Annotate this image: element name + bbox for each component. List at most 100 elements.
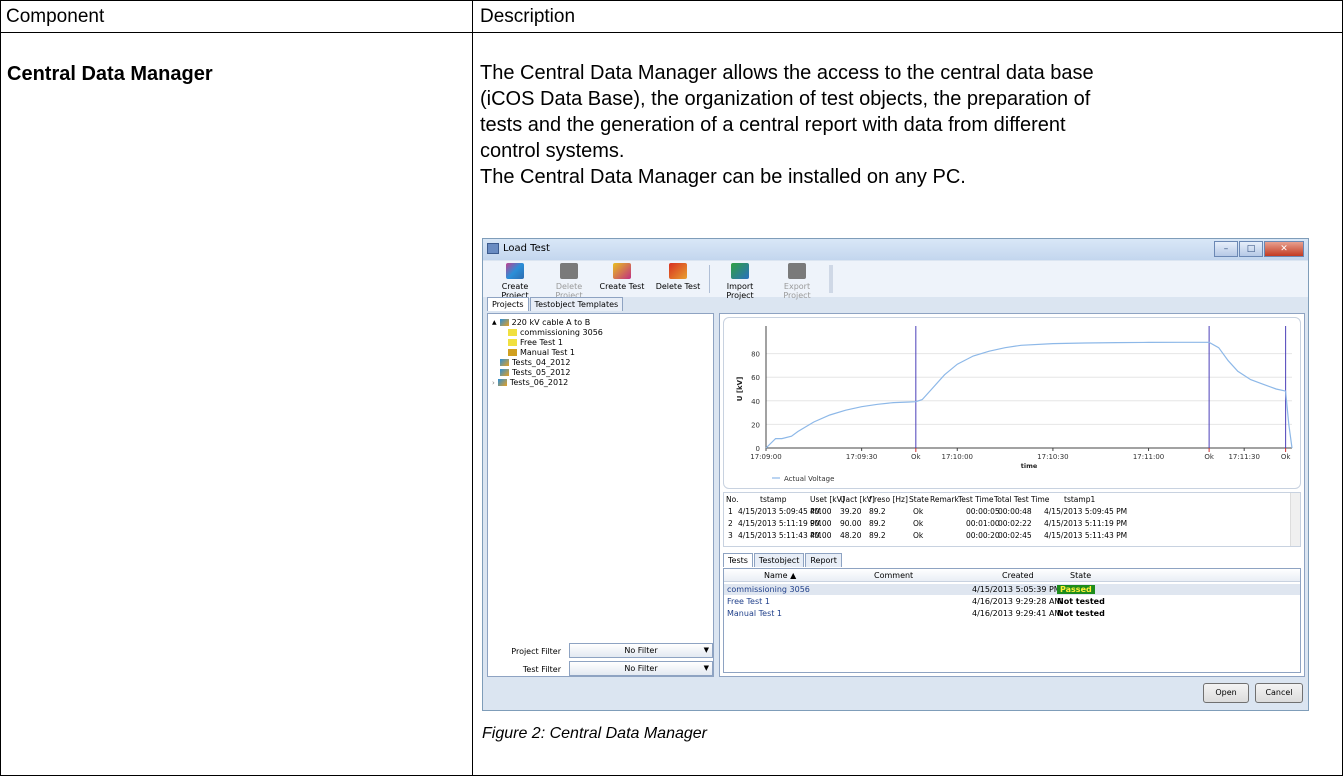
- series-line-actual-voltage: [765, 341, 1293, 449]
- test-filter-label: Test Filter: [522, 665, 561, 674]
- tree-item-test[interactable]: Free Test 1: [508, 338, 563, 347]
- x-tick-label: 17:10:00: [942, 453, 973, 461]
- cell: 89.2: [869, 519, 886, 528]
- tree-item-label: commissioning 3056: [520, 328, 603, 337]
- table-scrollbar[interactable]: [1290, 493, 1300, 546]
- tab-projects[interactable]: Projects: [487, 297, 529, 311]
- col-name[interactable]: Name ▲: [764, 571, 796, 580]
- cell: Ok: [913, 531, 924, 540]
- list-item[interactable]: Manual Test 1 4/16/2013 9:29:41 AM Not t…: [724, 608, 1300, 619]
- y-tick-label: 80: [751, 351, 760, 359]
- delete-project-button[interactable]: Delete Project: [543, 263, 595, 300]
- tab-report[interactable]: Report: [805, 553, 842, 567]
- tree-item-project[interactable]: ▲ 220 kV cable A to B: [492, 318, 590, 327]
- tests-list-header: Name ▲ Comment Created State: [724, 569, 1300, 582]
- tree-item-label: Tests_06_2012: [509, 378, 569, 387]
- col-no: No.: [726, 495, 739, 504]
- cell: 3: [728, 531, 733, 540]
- create-test-button[interactable]: Create Test: [599, 263, 645, 291]
- tree-item-label: Manual Test 1: [520, 348, 575, 357]
- cell: 90.00: [840, 519, 862, 528]
- tab-tests[interactable]: Tests: [723, 553, 753, 567]
- tests-list: Name ▲ Comment Created State commissioni…: [723, 568, 1301, 673]
- cell: 00:02:45: [998, 531, 1032, 540]
- import-icon: [731, 263, 749, 279]
- ok-marker-label: Ok: [911, 453, 922, 461]
- tab-testobject[interactable]: Testobject: [753, 553, 805, 567]
- column-divider: [472, 0, 473, 776]
- test-name: Free Test 1: [727, 597, 770, 606]
- test-name: Manual Test 1: [727, 609, 782, 618]
- cell: 40.00: [810, 531, 832, 540]
- minimize-icon[interactable]: –: [1214, 241, 1238, 257]
- col-created[interactable]: Created: [1002, 571, 1034, 580]
- ok-marker-label: Ok: [1281, 453, 1292, 461]
- tree-item-project[interactable]: Tests_05_2012: [500, 368, 570, 377]
- cell: 4/15/2013 5:11:43 PM: [738, 531, 822, 540]
- cell: 40.00: [810, 507, 832, 516]
- expand-arrow-icon[interactable]: ›: [492, 379, 495, 387]
- x-tick-label: 17:09:00: [750, 453, 781, 461]
- x-tick-label: 17:11:30: [1228, 453, 1259, 461]
- delete-test-button[interactable]: Delete Test: [655, 263, 701, 291]
- cell: 00:02:22: [998, 519, 1032, 528]
- test-created: 4/15/2013 5:05:39 PM: [972, 585, 1061, 594]
- x-tick-label: 17:11:00: [1133, 453, 1164, 461]
- tree-item-label: 220 kV cable A to B: [511, 318, 591, 327]
- cell: 00:00:48: [998, 507, 1032, 516]
- description-line: control systems.: [480, 140, 625, 162]
- toolbar: Create Project Delete Project Create Tes…: [483, 261, 1308, 300]
- tree-item-test[interactable]: commissioning 3056: [508, 328, 603, 337]
- cell: 48.20: [840, 531, 862, 540]
- y-tick-label: 60: [751, 374, 760, 382]
- test-filter-select[interactable]: No Filter ▼: [569, 661, 713, 676]
- cancel-button[interactable]: Cancel: [1255, 683, 1303, 703]
- tab-testobject-templates[interactable]: Testobject Templates: [529, 297, 624, 311]
- tree-item-label: Tests_05_2012: [512, 368, 571, 377]
- close-icon[interactable]: ✕: [1264, 241, 1304, 257]
- folder-icon: [500, 359, 509, 366]
- test-filter-value: No Filter: [624, 664, 658, 673]
- header-description: Description: [480, 6, 576, 27]
- maximize-icon[interactable]: □: [1239, 241, 1263, 257]
- window-title: Load Test: [503, 243, 550, 254]
- expand-arrow-icon[interactable]: ▲: [492, 319, 497, 326]
- dropdown-arrow-icon: ▼: [703, 664, 709, 672]
- list-item[interactable]: Free Test 1 4/16/2013 9:29:28 AM Not tes…: [724, 596, 1300, 607]
- col-tstamp1: tstamp1: [1064, 495, 1096, 504]
- col-comment[interactable]: Comment: [874, 571, 913, 580]
- create-test-label: Create Test: [599, 282, 645, 291]
- x-tick-label: 17:09:30: [846, 453, 877, 461]
- y-axis-label: U [kV]: [736, 377, 744, 402]
- details-panel: 0 20 40 60 80 17:09:00 17:09:30 17:10:00 17:10:3…: [719, 313, 1305, 677]
- y-tick-label: 40: [751, 398, 760, 406]
- measurement-table: No. tstamp Uset [kV] Uact [kV] f reso [H…: [723, 492, 1301, 547]
- cell: 00:00:20: [966, 531, 1000, 540]
- col-tstamp: tstamp: [760, 495, 787, 504]
- title-bar: Load Test – □ ✕: [483, 239, 1308, 260]
- cell: 1: [728, 507, 733, 516]
- tree-item-project[interactable]: › Tests_06_2012: [492, 378, 568, 387]
- toolbar-separator: [709, 265, 710, 293]
- tree-item-project[interactable]: Tests_04_2012: [500, 358, 570, 367]
- load-test-window: Load Test – □ ✕ Create Project Delete Pr…: [482, 238, 1309, 711]
- voltage-chart: 0 20 40 60 80 17:09:00 17:09:30 17:10:00 17:10:3…: [723, 317, 1301, 489]
- chart-svg: 0 20 40 60 80 17:09:00 17:09:30 17:10:00 17:10:3…: [736, 326, 1293, 483]
- cell: 4/15/2013 5:11:43 PM: [1044, 531, 1128, 540]
- status-badge: Passed: [1057, 585, 1095, 594]
- import-project-label: Import Project: [726, 282, 754, 300]
- status-text: Not tested: [1057, 609, 1105, 618]
- header-divider: [0, 32, 1343, 33]
- list-item[interactable]: commissioning 3056 4/15/2013 5:05:39 PM …: [724, 584, 1300, 595]
- import-project-button[interactable]: Import Project: [713, 263, 767, 300]
- tree-item-test[interactable]: Manual Test 1: [508, 348, 575, 357]
- project-filter-select[interactable]: No Filter ▼: [569, 643, 713, 658]
- col-remark: Remark: [930, 495, 959, 504]
- tree-item-label: Free Test 1: [520, 338, 563, 347]
- export-project-button[interactable]: Export Project: [769, 263, 825, 300]
- delete-test-label: Delete Test: [655, 282, 701, 291]
- create-project-button[interactable]: Create Project: [489, 263, 541, 300]
- open-button[interactable]: Open: [1203, 683, 1249, 703]
- manual-test-icon: [508, 349, 517, 356]
- col-state[interactable]: State: [1070, 571, 1091, 580]
